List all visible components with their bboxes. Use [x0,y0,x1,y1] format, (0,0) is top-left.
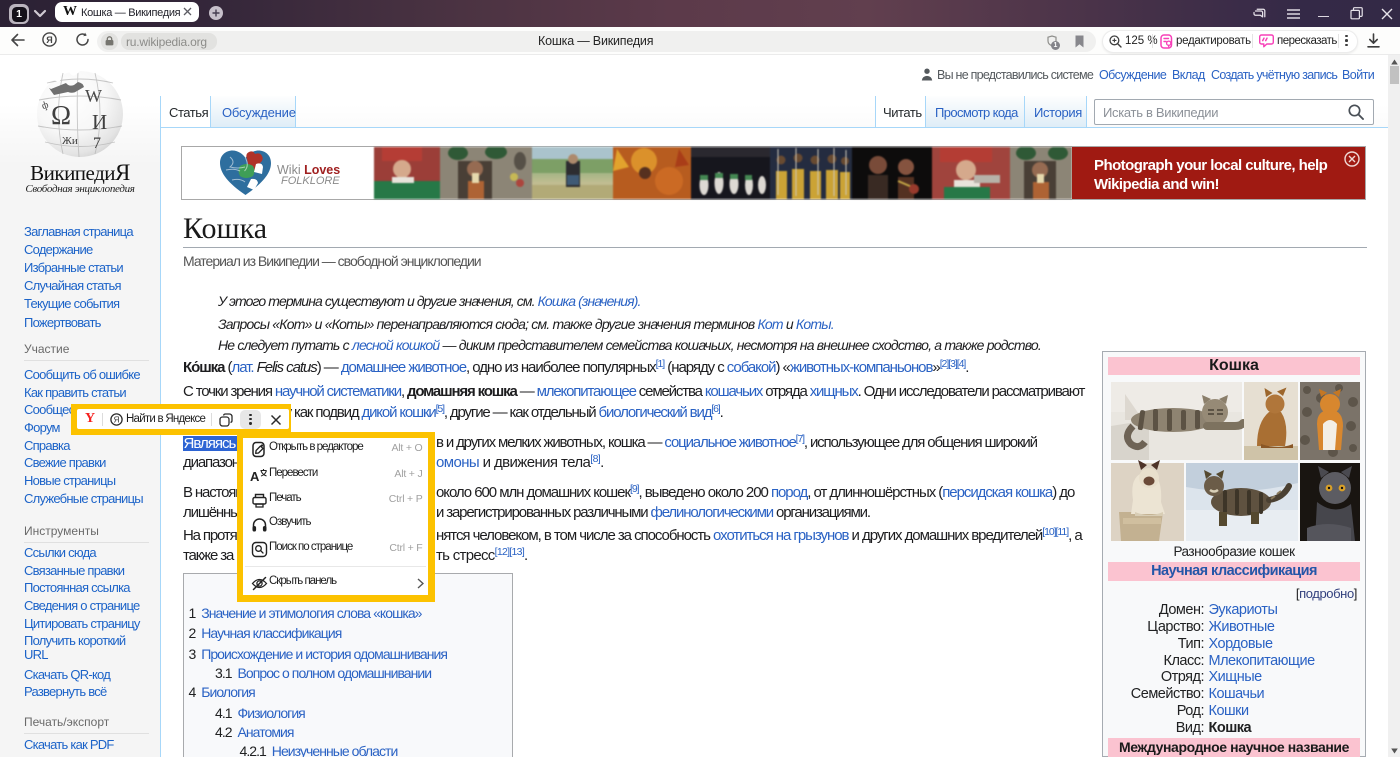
svg-text:И: И [92,110,107,134]
svg-text:Я: Я [114,416,120,425]
svg-text:А: А [250,469,260,484]
svg-text:Ω: Ω [51,100,71,130]
svg-text:Жи: Жи [62,135,78,147]
svg-text:7: 7 [93,135,101,152]
svg-text:Я: Я [46,35,52,45]
svg-text:W: W [85,86,102,106]
